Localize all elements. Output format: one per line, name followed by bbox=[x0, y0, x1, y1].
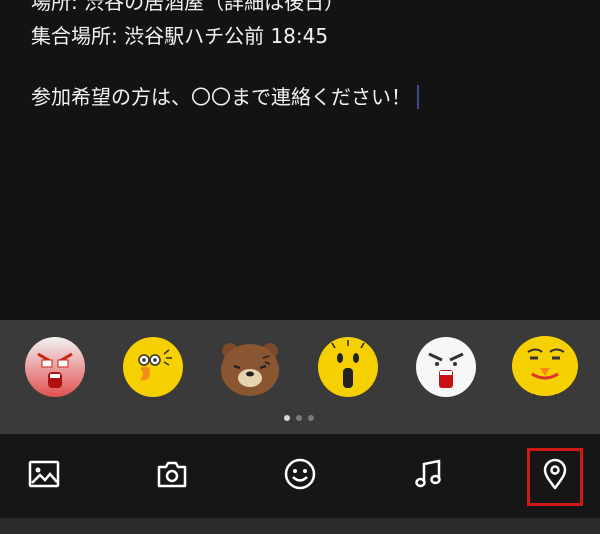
angry-face-sticker[interactable] bbox=[24, 336, 86, 398]
text-editor[interactable]: 場所: 渋谷の居酒屋（詳細は後日） 集合場所: 渋谷駅ハチ公前 18:45 参加… bbox=[0, 0, 600, 320]
page-dot-3[interactable] bbox=[308, 415, 314, 421]
music-button[interactable] bbox=[406, 452, 450, 496]
image-icon bbox=[28, 460, 60, 488]
angry-white-sticker[interactable] bbox=[415, 336, 477, 398]
brown-bear-sticker[interactable] bbox=[219, 336, 281, 398]
camera-button[interactable] bbox=[150, 452, 194, 496]
camera-icon bbox=[157, 461, 187, 488]
editor-line-place: 場所: 渋谷の居酒屋（詳細は後日） bbox=[31, 0, 345, 14]
text-caret bbox=[417, 85, 419, 109]
sticker-page-indicator bbox=[284, 415, 314, 421]
bottom-strip bbox=[0, 518, 600, 534]
page-dot-1[interactable] bbox=[284, 415, 290, 421]
smug-yellow-sticker[interactable] bbox=[510, 330, 580, 402]
editor-line-meeting-point: 集合場所: 渋谷駅ハチ公前 18:45 bbox=[31, 24, 329, 48]
sally-chick-sticker[interactable] bbox=[122, 336, 184, 398]
emoji-button[interactable] bbox=[278, 452, 322, 496]
editor-line-contact-text: 参加希望の方は、〇〇まで連絡ください！ bbox=[31, 85, 411, 109]
shocked-yellow-sticker[interactable] bbox=[317, 336, 379, 398]
smiley-icon bbox=[284, 458, 316, 490]
location-button-highlight bbox=[527, 448, 583, 506]
music-note-icon bbox=[415, 459, 441, 488]
page-dot-2[interactable] bbox=[296, 415, 302, 421]
image-button[interactable] bbox=[22, 452, 66, 496]
editor-line-contact: 参加希望の方は、〇〇まで連絡ください！ bbox=[31, 85, 419, 109]
